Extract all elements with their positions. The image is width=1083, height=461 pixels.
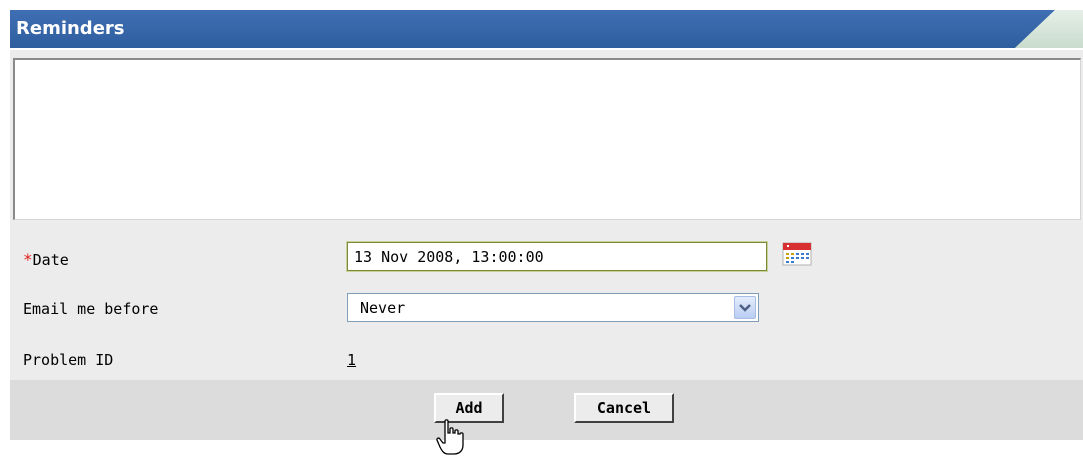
date-label-text: Date xyxy=(32,251,69,269)
calendar-icon[interactable] xyxy=(782,242,812,266)
page-title: Reminders xyxy=(16,18,125,39)
email-before-select[interactable]: Never xyxy=(347,293,759,322)
chevron-down-icon[interactable] xyxy=(734,296,756,319)
date-field[interactable]: 13 Nov 2008, 13:00:00 xyxy=(346,241,768,272)
reminder-form: *Date 13 Nov 2008, 13:00:00 Email me bef… xyxy=(10,50,1083,380)
hand-cursor-icon xyxy=(436,419,464,457)
date-label: *Date xyxy=(23,250,69,269)
email-before-value: Never xyxy=(360,299,406,317)
header-bar: Reminders xyxy=(10,10,1055,48)
problem-id-label: Problem ID xyxy=(23,351,114,369)
reminders-header: Reminders xyxy=(10,10,1083,48)
reminder-text-area[interactable] xyxy=(13,58,1081,220)
button-bar: Add Cancel xyxy=(10,380,1083,440)
required-marker: * xyxy=(23,250,33,269)
problem-id-link[interactable]: 1 xyxy=(347,351,356,369)
email-before-label: Email me before xyxy=(23,300,159,318)
cancel-button[interactable]: Cancel xyxy=(574,393,674,423)
